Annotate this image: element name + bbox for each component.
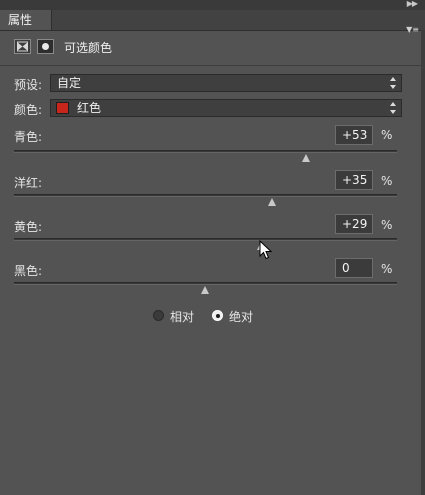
black-label: 黑色: xyxy=(14,264,43,278)
black-slider-thumb[interactable] xyxy=(201,286,210,294)
yellow-value-input[interactable]: +29 xyxy=(335,214,373,234)
method-radio-group: 相对 绝对 xyxy=(0,308,425,326)
adjustment-title: 可选颜色 xyxy=(64,41,113,55)
mouse-pointer-icon xyxy=(259,239,273,263)
mask-dot xyxy=(42,43,49,50)
panel-right-edge xyxy=(421,30,425,495)
panel-tab-bar: 属性 ▼≡ xyxy=(0,10,425,34)
layer-mask-icon[interactable] xyxy=(37,39,54,54)
cyan-label: 青色: xyxy=(14,130,43,144)
color-swatch xyxy=(56,102,69,114)
cyan-percent-unit: % xyxy=(381,128,393,142)
magenta-slider-thumb[interactable] xyxy=(268,198,277,206)
header-divider xyxy=(0,65,425,66)
yellow-label: 黄色: xyxy=(14,220,43,234)
colors-value: 红色 xyxy=(77,101,102,115)
radio-circle-icon xyxy=(212,310,223,321)
cyan-value-input[interactable]: +53 xyxy=(335,125,373,145)
magenta-percent-unit: % xyxy=(381,174,393,188)
panel-top-bar: ▶▶ xyxy=(0,0,425,10)
tab-properties[interactable]: 属性 xyxy=(0,10,52,30)
yellow-slider-track[interactable] xyxy=(14,238,397,241)
preset-label: 预设: xyxy=(14,78,43,92)
dropdown-arrows-icon xyxy=(390,77,397,89)
cyan-slider-thumb[interactable] xyxy=(302,154,311,162)
preset-value: 自定 xyxy=(57,76,82,90)
double-chevron-right-icon[interactable]: ▶▶ xyxy=(407,0,418,8)
magenta-value-input[interactable]: +35 xyxy=(335,170,373,190)
black-slider-track[interactable] xyxy=(14,282,397,285)
yellow-percent-unit: % xyxy=(381,218,393,232)
magenta-slider-track[interactable] xyxy=(14,194,397,197)
dropdown-arrows-icon xyxy=(390,102,397,114)
absolute-radio-label: 绝对 xyxy=(229,310,254,324)
black-value-input[interactable]: 0 xyxy=(335,258,373,278)
colors-label: 颜色: xyxy=(14,103,43,117)
preset-dropdown[interactable]: 自定 xyxy=(50,74,402,92)
colors-dropdown[interactable]: 红色 xyxy=(50,99,402,117)
properties-header: 可选颜色 xyxy=(0,31,425,61)
relative-radio-label: 相对 xyxy=(170,310,195,324)
radio-circle-icon xyxy=(153,310,164,321)
cyan-slider-track[interactable] xyxy=(14,150,397,153)
selective-color-icon[interactable] xyxy=(14,39,31,54)
magenta-label: 洋红: xyxy=(14,176,43,190)
black-percent-unit: % xyxy=(381,262,393,276)
